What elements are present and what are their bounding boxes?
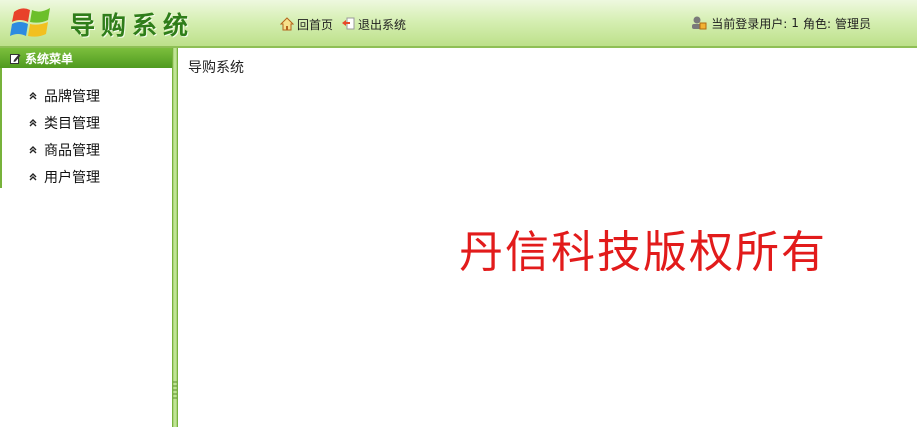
main-content: 导购系统 丹信科技版权所有	[178, 48, 917, 427]
menu-list: 品牌管理 类目管理 商品管理 用户管理	[2, 68, 172, 190]
top-nav: 回首页 退出系统	[280, 15, 406, 33]
logout-link[interactable]: 退出系统	[341, 16, 406, 33]
user-info-label: 当前登录用户:	[711, 16, 788, 31]
sidebar-title: 系统菜单	[25, 51, 74, 66]
home-icon	[280, 17, 294, 31]
sidebar-item-category[interactable]: 类目管理	[28, 109, 172, 136]
sidebar: 系统菜单 品牌管理 类目管理 商品管理 用户管理	[0, 48, 172, 427]
sidebar-menu: 品牌管理 类目管理 商品管理 用户管理	[0, 68, 172, 188]
double-chevron-up-icon	[29, 172, 37, 180]
top-header: 导购系统 回首页 退出系统 当前登录用户: 1 角色: 管理员	[0, 0, 917, 48]
role-label: 角色:	[802, 16, 831, 31]
sidebar-header: 系统菜单	[0, 48, 172, 68]
sidebar-item-label: 用户管理	[44, 169, 100, 186]
user-id: 1	[791, 16, 799, 30]
user-lock-icon	[692, 16, 707, 30]
double-chevron-up-icon	[29, 118, 37, 126]
app-title: 导购系统	[70, 11, 195, 40]
home-link-label: 回首页	[297, 17, 334, 32]
sidebar-item-label: 品牌管理	[44, 88, 100, 105]
exit-icon	[342, 17, 355, 30]
logout-link-label: 退出系统	[358, 17, 407, 32]
user-role: 管理员	[834, 16, 871, 31]
double-chevron-up-icon	[29, 91, 37, 99]
sidebar-item-brand[interactable]: 品牌管理	[28, 82, 172, 109]
double-chevron-up-icon	[29, 145, 37, 153]
copyright-text: 丹信科技版权所有	[459, 227, 827, 278]
home-link[interactable]: 回首页	[280, 16, 333, 33]
grip-icon	[173, 381, 177, 399]
sidebar-item-product[interactable]: 商品管理	[28, 136, 172, 163]
edit-note-icon	[10, 53, 21, 64]
page-title: 导购系统	[188, 60, 244, 76]
sidebar-item-label: 类目管理	[44, 115, 100, 132]
sidebar-item-label: 商品管理	[44, 142, 100, 159]
windows-logo-icon	[10, 8, 50, 37]
user-info: 当前登录用户: 1 角色: 管理员	[691, 14, 871, 32]
app-window: 导购系统 回首页 退出系统 当前登录用户: 1 角色: 管理员 系统菜单 品牌管…	[0, 0, 917, 427]
sidebar-item-user[interactable]: 用户管理	[28, 163, 172, 190]
